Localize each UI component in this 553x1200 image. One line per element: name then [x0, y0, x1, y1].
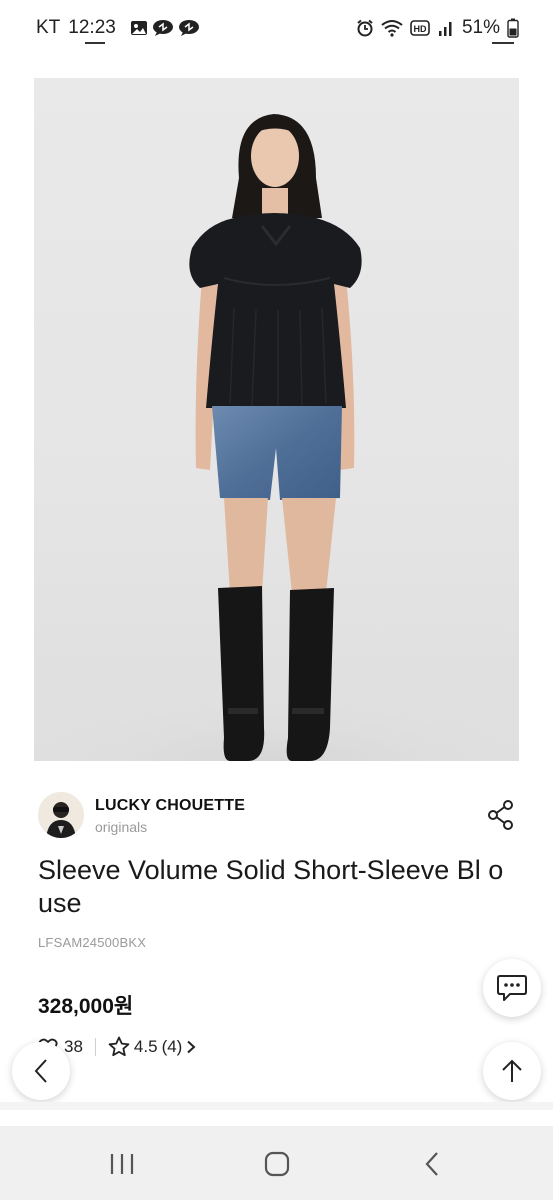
- recents-button[interactable]: [102, 1146, 142, 1182]
- price: 328,000원: [38, 995, 134, 1018]
- likes-count: 38: [64, 1036, 83, 1056]
- svg-text:HD: HD: [413, 24, 426, 34]
- chat-bubble-icon: [152, 20, 173, 36]
- scroll-top-button[interactable]: [483, 1042, 541, 1100]
- chat-icon: [497, 975, 527, 1001]
- home-icon: [264, 1151, 290, 1177]
- image-icon: [130, 21, 147, 35]
- status-underline: [85, 42, 105, 44]
- chat-bubble-icon: [178, 20, 199, 36]
- status-bar: KT 12:23 HD 51%: [0, 0, 553, 60]
- divider: [94, 1037, 96, 1056]
- alarm-icon: [357, 19, 373, 37]
- product-photo[interactable]: [34, 78, 519, 761]
- product-title: Sleeve Volume Solid Short-Sleeve Bl ouse: [38, 855, 504, 918]
- carrier: KT: [36, 17, 61, 38]
- brand-subtitle: originals: [95, 819, 148, 835]
- recents-icon: [110, 1154, 134, 1174]
- chevron-left-icon: [34, 1059, 47, 1083]
- arrow-up-icon: [502, 1059, 522, 1082]
- back-button[interactable]: [12, 1042, 70, 1100]
- rating-value: 4.5: [133, 1036, 158, 1056]
- clock: 12:23: [68, 17, 116, 38]
- review-count: (4): [161, 1036, 183, 1056]
- hd-icon: HD: [410, 20, 430, 36]
- rating-link[interactable]: 4.5 (4): [108, 1036, 196, 1057]
- status-underline: [492, 42, 514, 44]
- brand-row[interactable]: LUCKY CHOUETTE originals: [38, 792, 518, 842]
- brand-name[interactable]: LUCKY CHOUETTE: [95, 797, 245, 815]
- star-icon: [108, 1036, 130, 1057]
- share-icon: [488, 800, 513, 830]
- wifi-icon: [381, 20, 403, 37]
- share-button[interactable]: [484, 798, 518, 832]
- battery-icon: [507, 18, 519, 38]
- chat-button[interactable]: [483, 959, 541, 1017]
- signal-icon: [438, 22, 452, 36]
- system-nav-bar: [0, 1126, 553, 1200]
- home-button[interactable]: [257, 1146, 297, 1182]
- chevron-right-icon: [187, 1040, 196, 1053]
- system-back-button[interactable]: [412, 1146, 452, 1182]
- section-separator: [0, 1102, 553, 1110]
- battery-percent: 51%: [461, 17, 500, 38]
- back-icon: [425, 1152, 438, 1176]
- product-code: LFSAM24500BKX: [38, 935, 147, 950]
- avatar[interactable]: [38, 792, 84, 838]
